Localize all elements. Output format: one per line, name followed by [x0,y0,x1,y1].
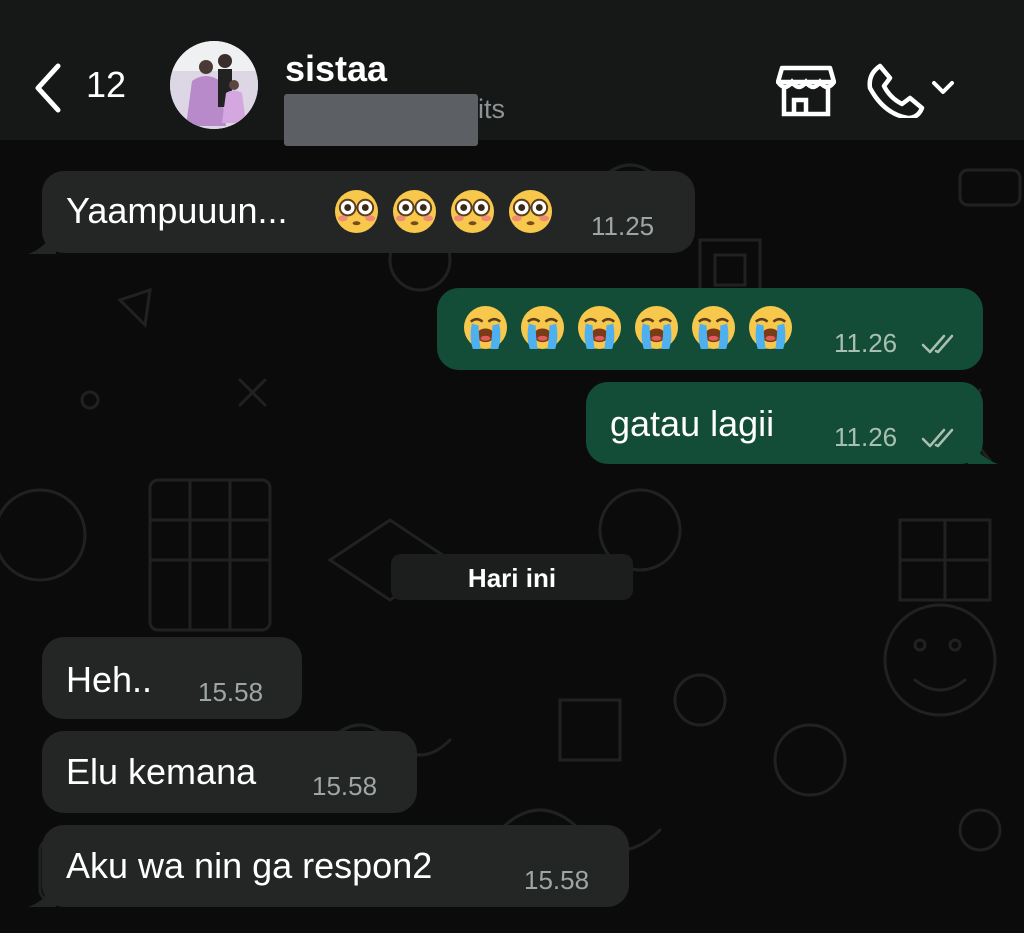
message-bubble-incoming[interactable]: Heh.. 15.58 [42,637,302,719]
message-bubble-outgoing[interactable]: gatau lagii 11.26 [586,382,983,464]
message-text: gatau lagii [610,403,775,444]
call-button[interactable] [866,62,958,118]
chevron-down-icon [932,81,954,94]
loudly-crying-face-icon [463,305,508,350]
message-text: Yaampuuun... [66,190,288,231]
message-bubble-incoming[interactable]: Elu kemana 15.58 [42,731,417,813]
message-time: 15.58 [198,677,264,707]
bubble-tail [28,881,56,907]
message-time: 11.25 [591,211,655,241]
contact-name[interactable]: sistaa [285,48,387,90]
loudly-crying-face-icon [520,305,565,350]
message-time: 11.26 [834,422,898,452]
double-check-read-icon [921,334,954,354]
date-separator: Hari ini [391,554,633,600]
loudly-crying-face-icon [577,305,622,350]
chat-header: 12 sistaa its [0,0,1024,146]
message-bubble-outgoing[interactable]: 11.26 [437,288,983,370]
message-text: Heh.. [66,659,153,700]
flushed-face-icon [450,189,495,234]
redacted-status-overlay [284,94,478,146]
date-separator-label: Hari ini [467,563,557,593]
loudly-crying-face-icon [748,305,793,350]
chat-wallpaper [0,140,1024,933]
message-text: Elu kemana [66,751,257,792]
flushed-face-icon [392,189,437,234]
avatar[interactable] [170,41,258,129]
bubble-tail [28,228,56,254]
loudly-crying-face-icon [634,305,679,350]
message-time: 15.58 [312,771,378,801]
message-time: 15.58 [524,865,590,895]
loudly-crying-face-icon [691,305,736,350]
message-time: 11.26 [834,328,898,358]
message-bubble-incoming[interactable]: Yaampuuun... 11.25 [42,171,695,253]
message-bubble-incoming[interactable]: Aku wa nin ga respon2 15.58 [42,825,629,907]
emoji-row [334,189,553,234]
shop-icon[interactable] [775,62,837,118]
message-text: Aku wa nin ga respon2 [66,845,433,886]
phone-icon [867,63,925,118]
double-check-read-icon [921,428,954,448]
emoji-row [463,305,793,350]
chevron-left-icon [35,63,61,113]
unread-count[interactable]: 12 [86,64,126,106]
back-button[interactable] [30,58,70,118]
flushed-face-icon [334,189,379,234]
flushed-face-icon [508,189,553,234]
bubble-tail [968,438,998,464]
